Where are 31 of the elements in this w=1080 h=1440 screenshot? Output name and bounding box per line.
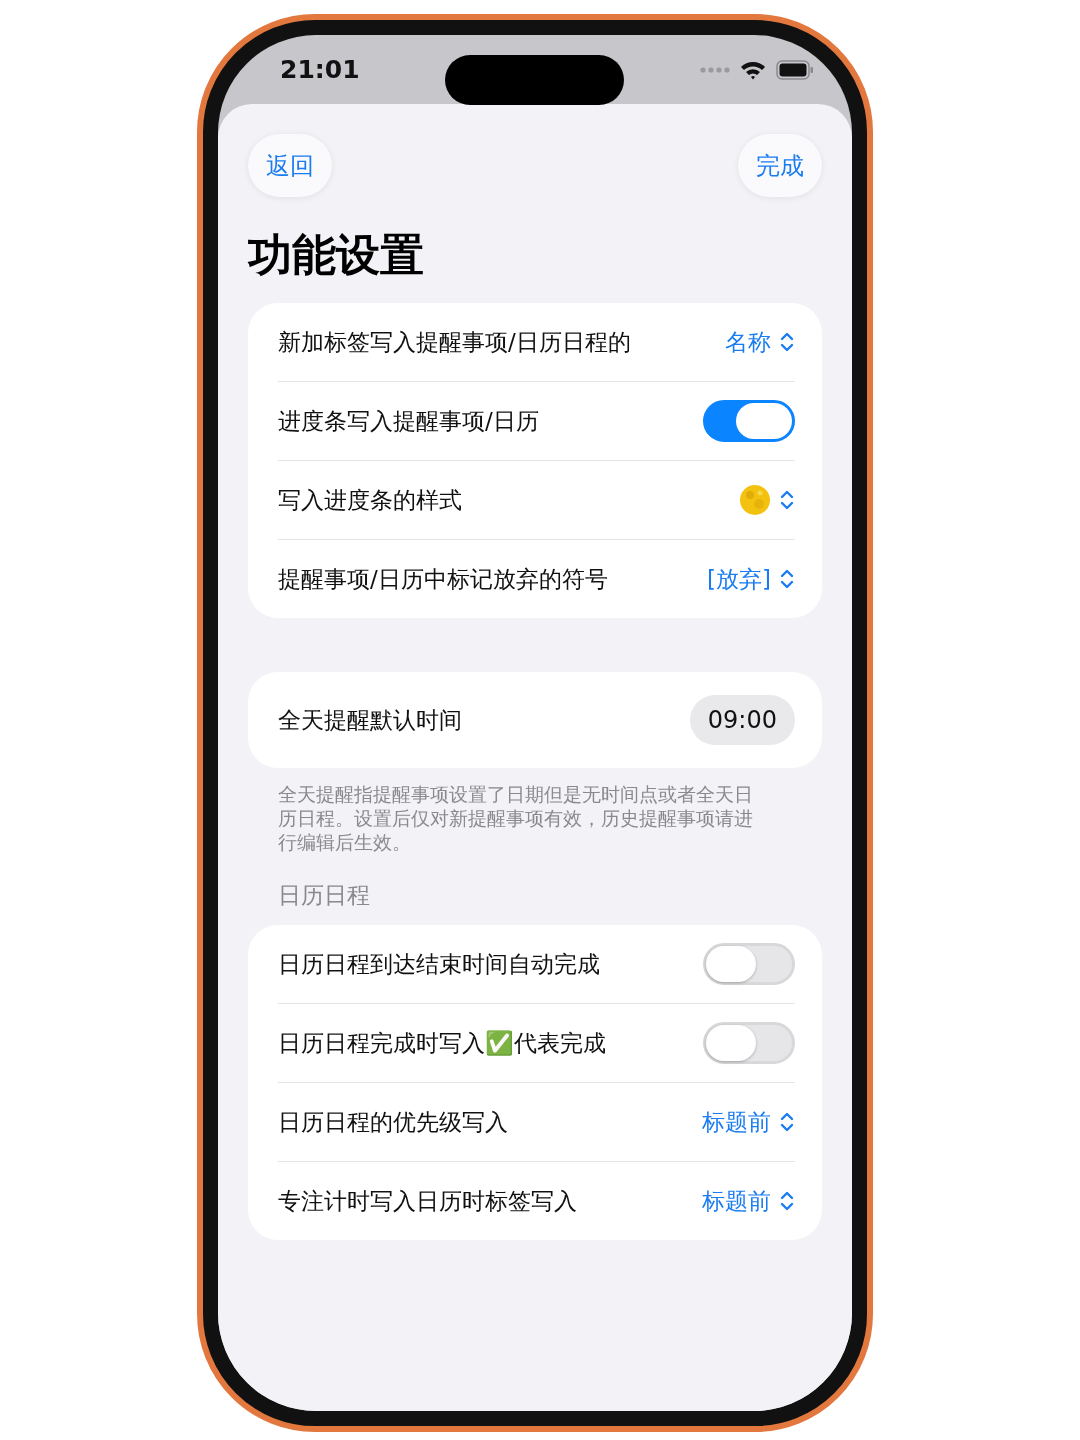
setting-label: 专注计时写入日历时标签写入 (278, 1186, 577, 1216)
setting-label: 日历日程到达结束时间自动完成 (278, 949, 600, 979)
chevron-updown-icon (779, 488, 795, 512)
setting-label: 全天提醒默认时间 (278, 705, 462, 735)
toggle-switch[interactable] (703, 400, 795, 442)
style-picker[interactable] (739, 484, 795, 516)
value-picker[interactable]: 标题前 (702, 1106, 795, 1138)
done-button[interactable]: 完成 (738, 134, 822, 197)
page-title: 功能设置 (248, 228, 425, 282)
setting-label: 写入进度条的样式 (278, 485, 462, 515)
setting-label: 日历日程的优先级写入 (278, 1107, 508, 1137)
back-button[interactable]: 返回 (248, 134, 332, 197)
wifi-icon (740, 59, 766, 80)
section-header: 日历日程 (277, 881, 371, 910)
setting-label: 新加标签写入提醒事项/日历日程的 (278, 327, 631, 357)
value-picker[interactable]: 标题前 (702, 1185, 795, 1217)
full-moon-icon (739, 484, 771, 516)
value-picker[interactable]: [放弃] (707, 563, 795, 595)
setting-label: 提醒事项/日历中标记放弃的符号 (278, 564, 608, 594)
chevron-updown-icon (779, 567, 795, 591)
chevron-updown-icon (779, 330, 795, 354)
battery-icon (776, 59, 814, 80)
chevron-updown-icon (779, 1189, 795, 1213)
setting-label: 进度条写入提醒事项/日历 (278, 406, 539, 436)
value-picker[interactable]: 名称 (725, 326, 795, 358)
signal-icon (700, 66, 730, 73)
time-field[interactable]: 09:00 (689, 695, 795, 745)
status-time: 21:01 (280, 55, 360, 84)
chevron-updown-icon (779, 1110, 795, 1134)
setting-label: 日历日程完成时写入✅代表完成 (278, 1028, 606, 1058)
footnote-text: 全天提醒指提醒事项设置了日期但是无时间点或者全天日历日程。设置后仅对新提醒事项有效，历史提醒事项请进行编辑后生效。 (277, 782, 754, 854)
